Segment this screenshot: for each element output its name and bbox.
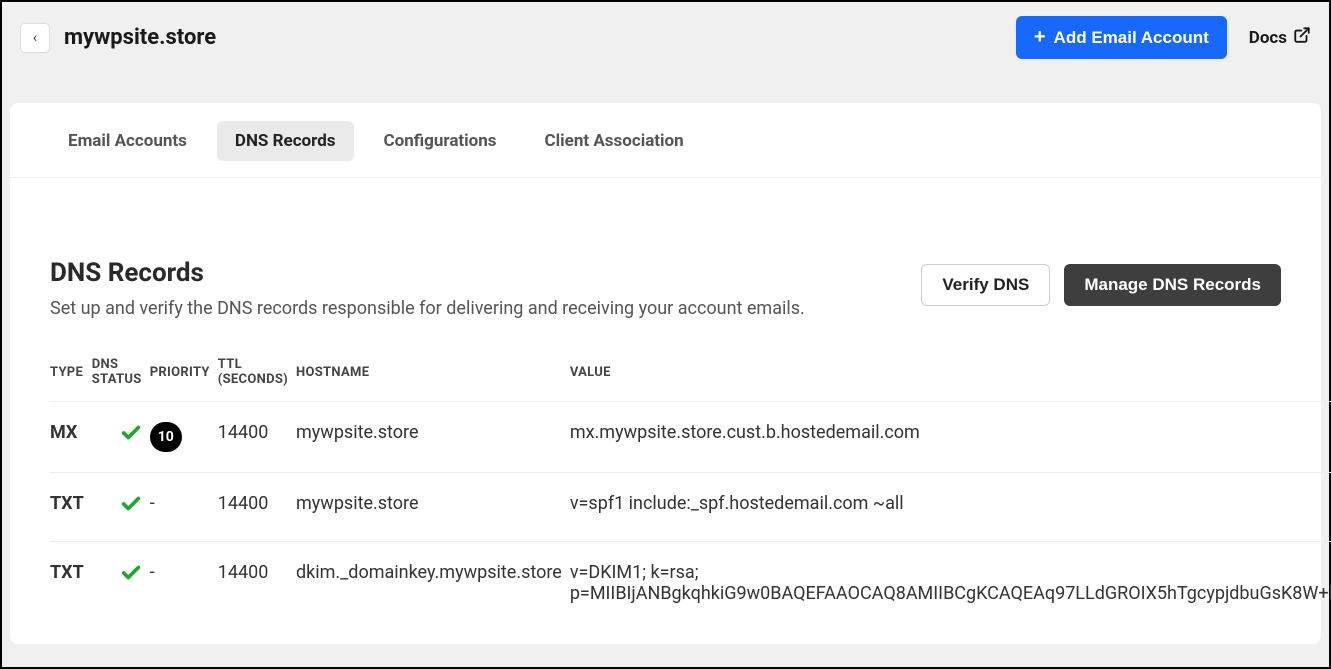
- docs-label: Docs: [1249, 28, 1287, 48]
- content-card: Email Accounts DNS Records Configuration…: [10, 103, 1321, 644]
- priority-badge: 10: [150, 422, 182, 452]
- cell-priority: 10: [150, 402, 218, 473]
- page-title: mywpsite.store: [64, 25, 216, 50]
- cell-ttl: 14400: [218, 542, 296, 625]
- tabs: Email Accounts DNS Records Configuration…: [10, 103, 1321, 178]
- cell-type: TXT: [50, 542, 92, 625]
- check-icon: [92, 565, 142, 590]
- header-right: + Add Email Account Docs: [1016, 16, 1311, 59]
- check-icon: [92, 496, 142, 521]
- cell-status: [92, 473, 150, 542]
- column-value: VALUE: [570, 341, 1331, 402]
- cell-hostname: dkim._domainkey.mywpsite.store: [296, 542, 570, 625]
- table-row: TXT - 14400 mywpsite.store v=spf1 includ…: [50, 473, 1331, 542]
- verify-dns-button[interactable]: Verify DNS: [921, 264, 1050, 306]
- cell-hostname: mywpsite.store: [296, 473, 570, 542]
- column-priority: PRIORITY: [150, 341, 218, 402]
- tab-email-accounts[interactable]: Email Accounts: [50, 121, 205, 161]
- table-row: MX 10 14400 mywpsite.store mx.mywpsite.s…: [50, 402, 1331, 473]
- header-left: ‹ mywpsite.store: [20, 23, 216, 53]
- cell-priority: -: [150, 542, 218, 625]
- section-actions: Verify DNS Manage DNS Records: [921, 258, 1281, 306]
- cell-priority: -: [150, 473, 218, 542]
- cell-ttl: 14400: [218, 473, 296, 542]
- external-link-icon: [1293, 26, 1311, 49]
- section-header-text: DNS Records Set up and verify the DNS re…: [50, 258, 805, 319]
- section-description: Set up and verify the DNS records respon…: [50, 298, 805, 319]
- table-row: TXT - 14400 dkim._domainkey.mywpsite.sto…: [50, 542, 1331, 625]
- table-header-row: TYPE DNS STATUS PRIORITY TTL (SECONDS) H…: [50, 341, 1331, 402]
- add-email-label: Add Email Account: [1054, 28, 1209, 48]
- dns-records-section: DNS Records Set up and verify the DNS re…: [10, 178, 1321, 644]
- cell-hostname: mywpsite.store: [296, 402, 570, 473]
- back-button[interactable]: ‹: [20, 23, 50, 53]
- check-icon: [92, 425, 142, 450]
- cell-status: [92, 542, 150, 625]
- chevron-left-icon: ‹: [33, 30, 37, 46]
- dns-records-table: TYPE DNS STATUS PRIORITY TTL (SECONDS) H…: [50, 341, 1331, 624]
- column-ttl: TTL (SECONDS): [218, 341, 296, 402]
- tab-client-association[interactable]: Client Association: [527, 121, 702, 161]
- column-type: TYPE: [50, 341, 92, 402]
- cell-status: [92, 402, 150, 473]
- tab-configurations[interactable]: Configurations: [366, 121, 515, 161]
- page-header: ‹ mywpsite.store + Add Email Account Doc…: [2, 2, 1329, 73]
- cell-ttl: 14400: [218, 402, 296, 473]
- add-email-account-button[interactable]: + Add Email Account: [1016, 16, 1227, 59]
- cell-value: v=spf1 include:_spf.hostedemail.com ~all: [570, 473, 1331, 542]
- tab-dns-records[interactable]: DNS Records: [217, 121, 354, 161]
- cell-type: TXT: [50, 473, 92, 542]
- plus-icon: +: [1034, 26, 1046, 49]
- cell-type: MX: [50, 402, 92, 473]
- section-header: DNS Records Set up and verify the DNS re…: [50, 258, 1281, 319]
- section-title: DNS Records: [50, 258, 805, 288]
- column-hostname: HOSTNAME: [296, 341, 570, 402]
- docs-link[interactable]: Docs: [1249, 26, 1311, 49]
- cell-value: mx.mywpsite.store.cust.b.hostedemail.com: [570, 402, 1331, 473]
- manage-dns-records-button[interactable]: Manage DNS Records: [1064, 264, 1281, 306]
- column-dns-status: DNS STATUS: [92, 341, 150, 402]
- cell-value: v=DKIM1; k=rsa; p=MIIBIjANBgkqhkiG9w0BAQ…: [570, 542, 1331, 625]
